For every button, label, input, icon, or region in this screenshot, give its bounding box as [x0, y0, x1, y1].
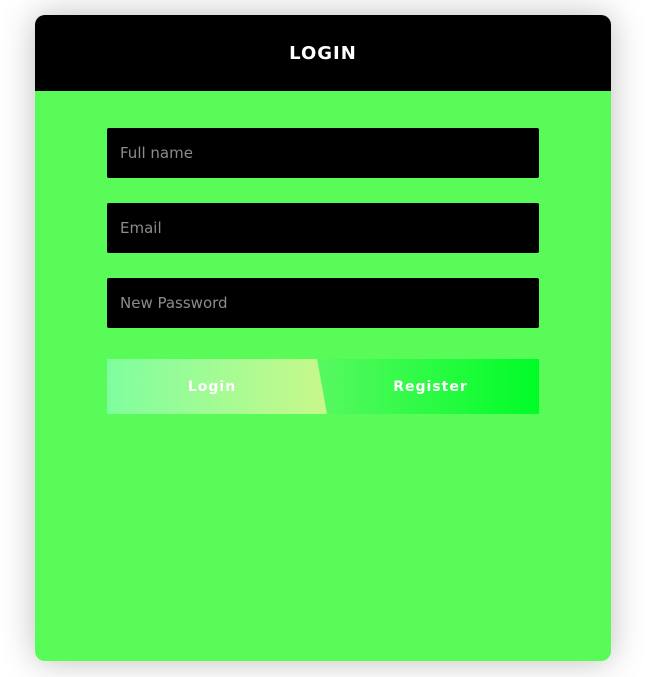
- email-input[interactable]: [107, 203, 539, 253]
- card-header: LOGIN: [35, 15, 611, 91]
- form-actions: Register Login: [107, 359, 539, 414]
- full-name-input[interactable]: [107, 128, 539, 178]
- new-password-input[interactable]: [107, 278, 539, 328]
- login-card: LOGIN Register Login: [35, 15, 611, 661]
- login-form: Register Login: [107, 128, 539, 414]
- page-title: LOGIN: [289, 42, 357, 64]
- login-button[interactable]: Login: [107, 359, 327, 414]
